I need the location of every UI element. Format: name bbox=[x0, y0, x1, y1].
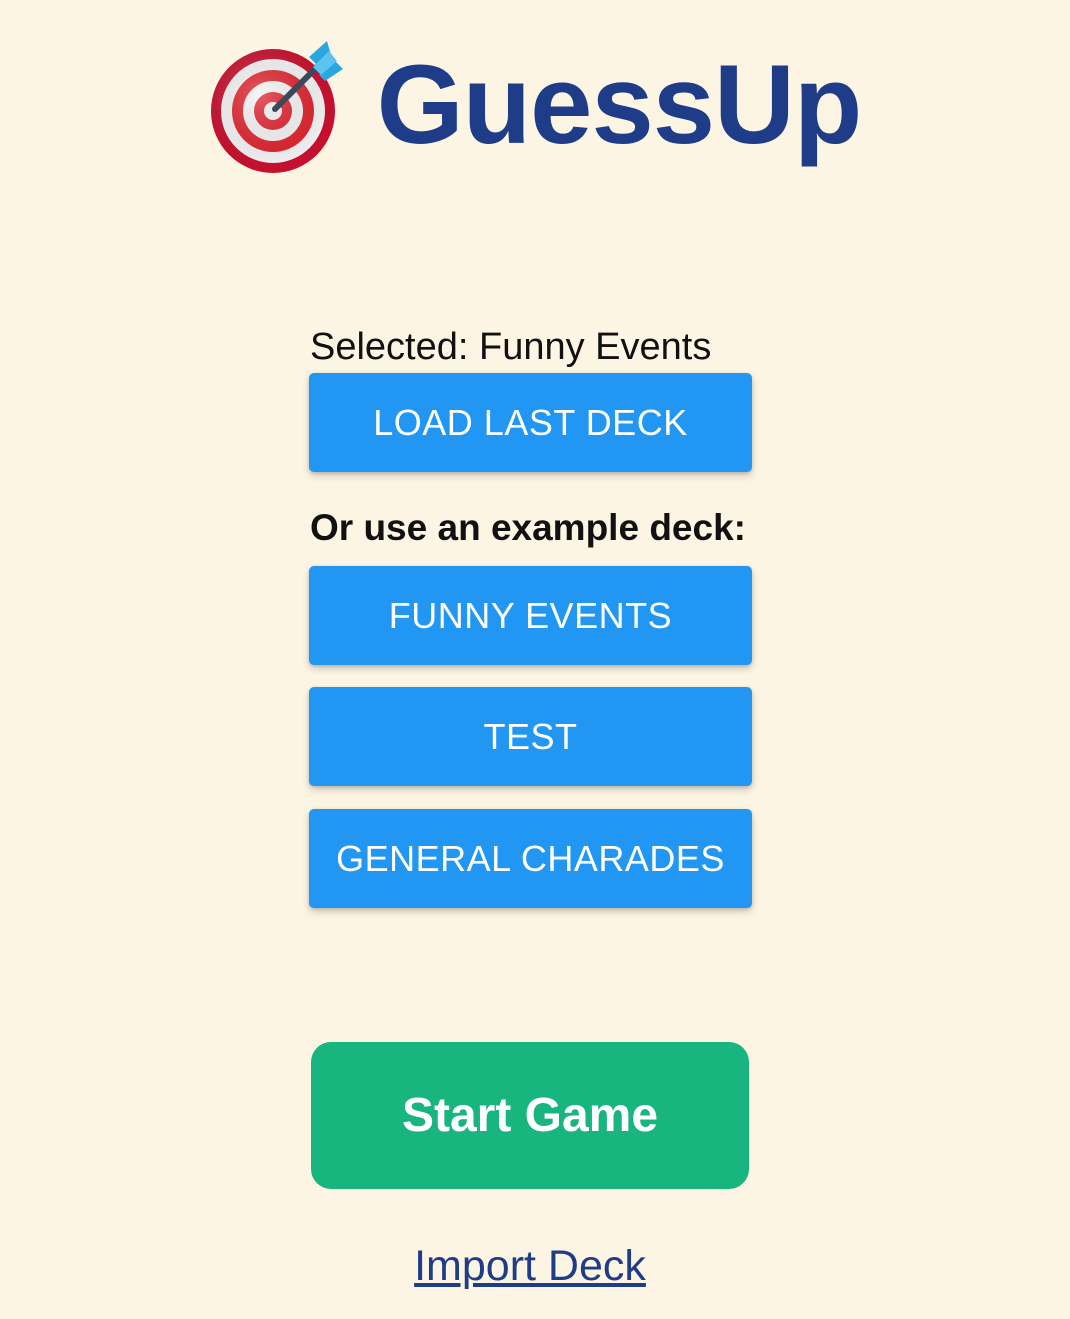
deck-funny-events-button[interactable]: FUNNY EVENTS bbox=[309, 566, 752, 665]
deck-test-button[interactable]: TEST bbox=[309, 687, 752, 786]
selected-deck-label: Selected: Funny Events bbox=[310, 326, 712, 368]
deck-general-charades-button[interactable]: GENERAL CHARADES bbox=[309, 809, 752, 908]
app-title: GuessUp bbox=[376, 42, 863, 167]
load-last-deck-button[interactable]: LOAD LAST DECK bbox=[309, 373, 752, 472]
example-deck-heading: Or use an example deck: bbox=[310, 507, 746, 548]
start-game-button[interactable]: Start Game bbox=[311, 1042, 749, 1189]
app-header: GuessUp bbox=[0, 30, 1070, 180]
import-deck-link[interactable]: Import Deck bbox=[0, 1242, 1060, 1291]
dart-target-icon bbox=[209, 31, 377, 180]
